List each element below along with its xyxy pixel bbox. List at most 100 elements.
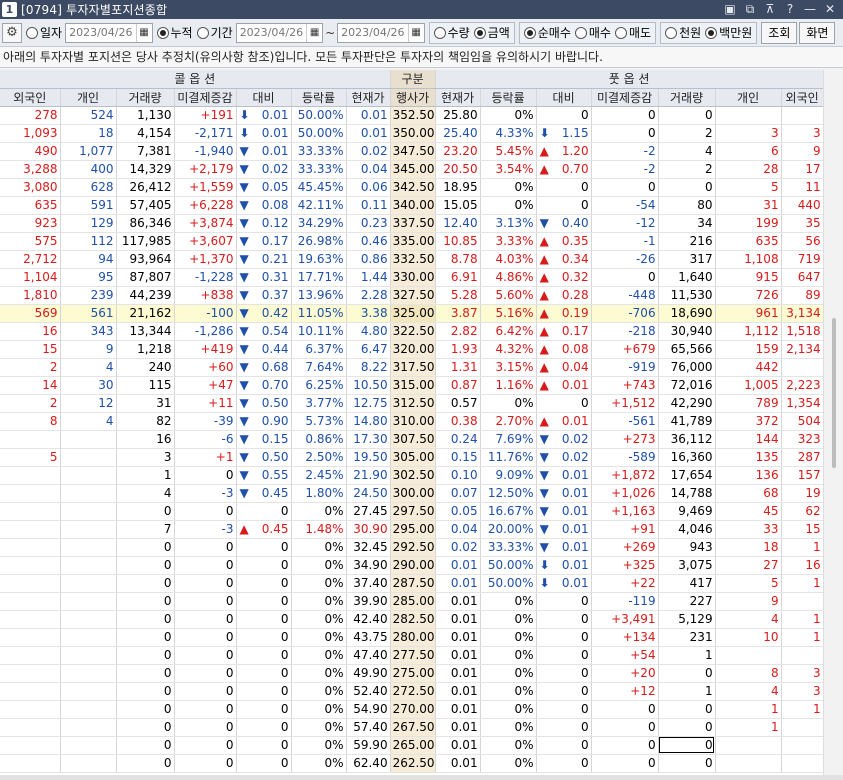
radio-amount[interactable]: 금액 xyxy=(473,24,510,41)
put-price-cell: 12.40 xyxy=(435,214,481,233)
date-to-input[interactable]: 2023/04/26 ▦ xyxy=(337,22,425,43)
table-row[interactable]: 1,104 95 87,807 -1,228 ▼ 0.31 17.71% 1.44 330.00… xyxy=(0,268,823,287)
vertical-scrollbar[interactable] xyxy=(823,70,843,775)
table-row[interactable]: 3,288 400 14,329 +2,179 ▼ 0.02 33.33% 0.04 345.0… xyxy=(0,160,823,179)
table-row[interactable]: 0 0 0 0% 27.45 297.50 0.05 16.67% ▼ 0.01 +1,163 9,4… xyxy=(0,502,823,521)
radio-thousand-won[interactable]: 천원 xyxy=(665,24,701,41)
col-strike[interactable]: 행사가 xyxy=(390,88,436,107)
call-volume-cell: 4 xyxy=(116,484,175,503)
table-row[interactable]: 2 12 31 +11 ▼ 0.50 3.77% 12.75 312.50 0.57 0% 0 +1,5… xyxy=(0,394,823,413)
duplicate-window-icon[interactable]: ⧉ xyxy=(741,1,759,17)
table-row[interactable]: 0 0 0 0% 47.40 277.50 0.01 0% 0 +54 1 xyxy=(0,646,823,665)
table-row[interactable]: 5 3 +1 ▼ 0.50 2.50% 19.50 305.00 0.15 11.76% ▼ 0.02… xyxy=(0,448,823,467)
radio-sell[interactable]: 매도 xyxy=(614,24,651,41)
table-row[interactable]: 569 561 21,162 -100 ▼ 0.42 11.05% 3.38 325.00 3.8… xyxy=(0,304,823,323)
table-row[interactable]: 278 524 1,130 +191 ⬇ 0.01 50.00% 0.01 352.50 25.8… xyxy=(0,106,823,125)
table-row[interactable]: 635 591 57,405 +6,228 ▼ 0.08 42.11% 0.11 340.00 1… xyxy=(0,196,823,215)
radio-cumulative[interactable]: 누적 xyxy=(156,24,193,41)
table-row[interactable]: 0 0 0 0% 42.40 282.50 0.01 0% 0 +3,491 5,129 4 1 xyxy=(0,610,823,629)
put-oi-change-cell: -2 xyxy=(591,160,659,179)
calendar-icon[interactable]: ▦ xyxy=(306,23,322,42)
table-row[interactable]: 0 0 0 0% 54.90 270.00 0.01 0% 0 0 0 1 1 xyxy=(0,700,823,719)
col-call-foreign[interactable]: 외국인 xyxy=(0,88,61,107)
table-row[interactable]: 1,093 18 4,154 -2,171 ⬇ 0.01 50.00% 0.01 350.00 2… xyxy=(0,124,823,143)
scrollbar-thumb[interactable] xyxy=(832,318,836,468)
table-row[interactable]: 2,712 94 93,964 +1,370 ▼ 0.21 19.63% 0.86 332.50… xyxy=(0,250,823,269)
col-put-foreign[interactable]: 외국인 xyxy=(781,88,823,107)
table-row[interactable]: 0 0 0 0% 57.40 267.50 0.01 0% 0 0 0 1 xyxy=(0,718,823,737)
put-rate-cell: 0% xyxy=(480,178,537,197)
position-grid[interactable]: 콜 옵 션 구분 풋 옵 션 외국인 개인 거래량 미결제증감 대비 등락률 현… xyxy=(0,70,823,775)
col-call-individual[interactable]: 개인 xyxy=(60,88,117,107)
table-row[interactable]: 0 0 0 0% 32.45 292.50 0.02 33.33% ▼ 0.01 +269 943 18… xyxy=(0,538,823,557)
col-put-individual[interactable]: 개인 xyxy=(715,88,782,107)
table-row[interactable]: 7 -3 ▲ 0.45 1.48% 30.90 295.00 0.04 20.00% ▼ 0.01 +… xyxy=(0,520,823,539)
settings-gear-icon[interactable]: ⚙ xyxy=(2,22,22,43)
table-row[interactable]: 575 112 117,985 +3,607 ▼ 0.17 26.98% 0.46 335.00… xyxy=(0,232,823,251)
col-call-rate[interactable]: 등락률 xyxy=(291,88,347,107)
table-row[interactable]: 0 0 0 0% 37.40 287.50 0.01 50.00% ⬇ 0.01 +22 417 5 1 xyxy=(0,574,823,593)
radio-million-won[interactable]: 백만원 xyxy=(705,24,752,41)
call-individual-cell xyxy=(60,736,117,755)
up-triangle-icon: ▲ xyxy=(539,162,549,176)
col-put-oi-change[interactable]: 미결제증감 xyxy=(591,88,659,107)
calendar-icon[interactable]: ▦ xyxy=(135,23,152,42)
col-call-oi-change[interactable]: 미결제증감 xyxy=(174,88,237,107)
link-window-icon[interactable]: ▣ xyxy=(721,1,739,17)
help-icon[interactable]: ? xyxy=(781,1,799,17)
call-rate-cell: 11.05% xyxy=(291,304,347,323)
table-row[interactable]: 16 343 13,344 -1,286 ▼ 0.54 10.11% 4.80 322.50 2.… xyxy=(0,322,823,341)
table-row[interactable]: 16 -6 ▼ 0.15 0.86% 17.30 307.50 0.24 7.69% ▼ 0.02 +… xyxy=(0,430,823,449)
put-options-header: 풋 옵 션 xyxy=(435,70,823,89)
call-volume-cell: 82 xyxy=(116,412,175,431)
radio-buy[interactable]: 매수 xyxy=(574,24,611,41)
table-row[interactable]: 0 0 0 0% 43.75 280.00 0.01 0% 0 +134 231 10 1 xyxy=(0,628,823,647)
col-put-change[interactable]: 대비 xyxy=(536,88,592,107)
pin-icon[interactable]: ⊼ xyxy=(761,1,779,17)
put-oi-change-cell: -561 xyxy=(591,412,659,431)
col-put-price[interactable]: 현재가 xyxy=(435,88,481,107)
table-row[interactable]: 0 0 0 0% 49.90 275.00 0.01 0% 0 +20 0 8 3 xyxy=(0,664,823,683)
table-row[interactable]: 1 0 ▼ 0.55 2.45% 21.90 302.50 0.10 9.09% ▼ 0.01 +1,… xyxy=(0,466,823,485)
call-oi-change-cell: 0 xyxy=(174,574,237,593)
radio-netbuy[interactable]: 순매수 xyxy=(523,24,571,41)
table-row[interactable]: 3,080 628 26,412 +1,559 ▼ 0.05 45.45% 0.06 342.5… xyxy=(0,178,823,197)
radio-amount-label: 금액 xyxy=(487,26,510,40)
table-row[interactable]: 0 0 0 0% 52.40 272.50 0.01 0% 0 +12 1 4 3 xyxy=(0,682,823,701)
table-row[interactable]: 1,810 239 44,239 +838 ▼ 0.37 13.96% 2.28 327.50 5… xyxy=(0,286,823,305)
minimize-icon[interactable]: — xyxy=(801,1,819,17)
table-row[interactable]: 0 0 0 0% 39.90 285.00 0.01 0% 0 -119 227 9 xyxy=(0,592,823,611)
put-foreign-cell: 56 xyxy=(781,232,823,251)
radio-period-label: 기간 xyxy=(210,26,233,40)
col-put-volume[interactable]: 거래량 xyxy=(658,88,716,107)
call-rate-cell: 0% xyxy=(291,574,347,593)
table-row[interactable]: 0 0 0 0% 62.40 262.50 0.01 0% 0 0 0 xyxy=(0,754,823,773)
strike-cell: 305.00 xyxy=(390,448,436,467)
col-call-price[interactable]: 현재가 xyxy=(346,88,391,107)
date-from-input[interactable]: 2023/04/26 ▦ xyxy=(235,22,324,43)
table-row[interactable]: 8 4 82 -39 ▼ 0.90 5.73% 14.80 310.00 0.38 2.70% ▲ 0.… xyxy=(0,412,823,431)
radio-period[interactable]: 기간 xyxy=(196,24,233,41)
change-value: 0.01 xyxy=(561,486,589,500)
table-row[interactable]: 0 0 0 0% 34.90 290.00 0.01 50.00% ⬇ 0.01 +325 3,075… xyxy=(0,556,823,575)
table-row[interactable]: 15 9 1,218 +419 ▼ 0.44 6.37% 6.47 320.00 1.93 4.32… xyxy=(0,340,823,359)
put-volume-cell: 17,654 xyxy=(658,466,716,485)
table-row[interactable]: 4 -3 ▼ 0.45 1.80% 24.50 300.00 0.07 12.50% ▼ 0.01 +… xyxy=(0,484,823,503)
table-row[interactable]: 490 1,077 7,381 -1,940 ▼ 0.01 33.33% 0.02 347.50… xyxy=(0,142,823,161)
table-row[interactable]: 0 0 0 0% 59.90 265.00 0.01 0% 0 0 0 xyxy=(0,736,823,755)
date-single-input[interactable]: 2023/04/26 ▦ xyxy=(65,22,153,43)
search-button[interactable]: 조회 xyxy=(761,21,798,44)
down-triangle-icon: ▼ xyxy=(239,144,249,158)
radio-quantity[interactable]: 수량 xyxy=(433,24,470,41)
call-change-cell: ▼ 0.50 xyxy=(236,448,292,467)
col-put-rate[interactable]: 등락률 xyxy=(480,88,537,107)
table-row[interactable]: 2 4 240 +60 ▼ 0.68 7.64% 8.22 317.50 1.31 3.15% ▲ 0.… xyxy=(0,358,823,377)
radio-date[interactable]: 일자 xyxy=(26,24,62,41)
table-row[interactable]: 923 129 86,346 +3,874 ▼ 0.12 34.29% 0.23 337.50 1… xyxy=(0,214,823,233)
calendar-icon[interactable]: ▦ xyxy=(407,23,424,42)
col-call-volume[interactable]: 거래량 xyxy=(116,88,175,107)
screen-button[interactable]: 화면 xyxy=(799,21,836,44)
close-icon[interactable]: ✕ xyxy=(821,1,839,17)
table-row[interactable]: 14 30 115 +47 ▼ 0.70 6.25% 10.50 315.00 0.87 1.16%… xyxy=(0,376,823,395)
col-call-change[interactable]: 대비 xyxy=(236,88,292,107)
